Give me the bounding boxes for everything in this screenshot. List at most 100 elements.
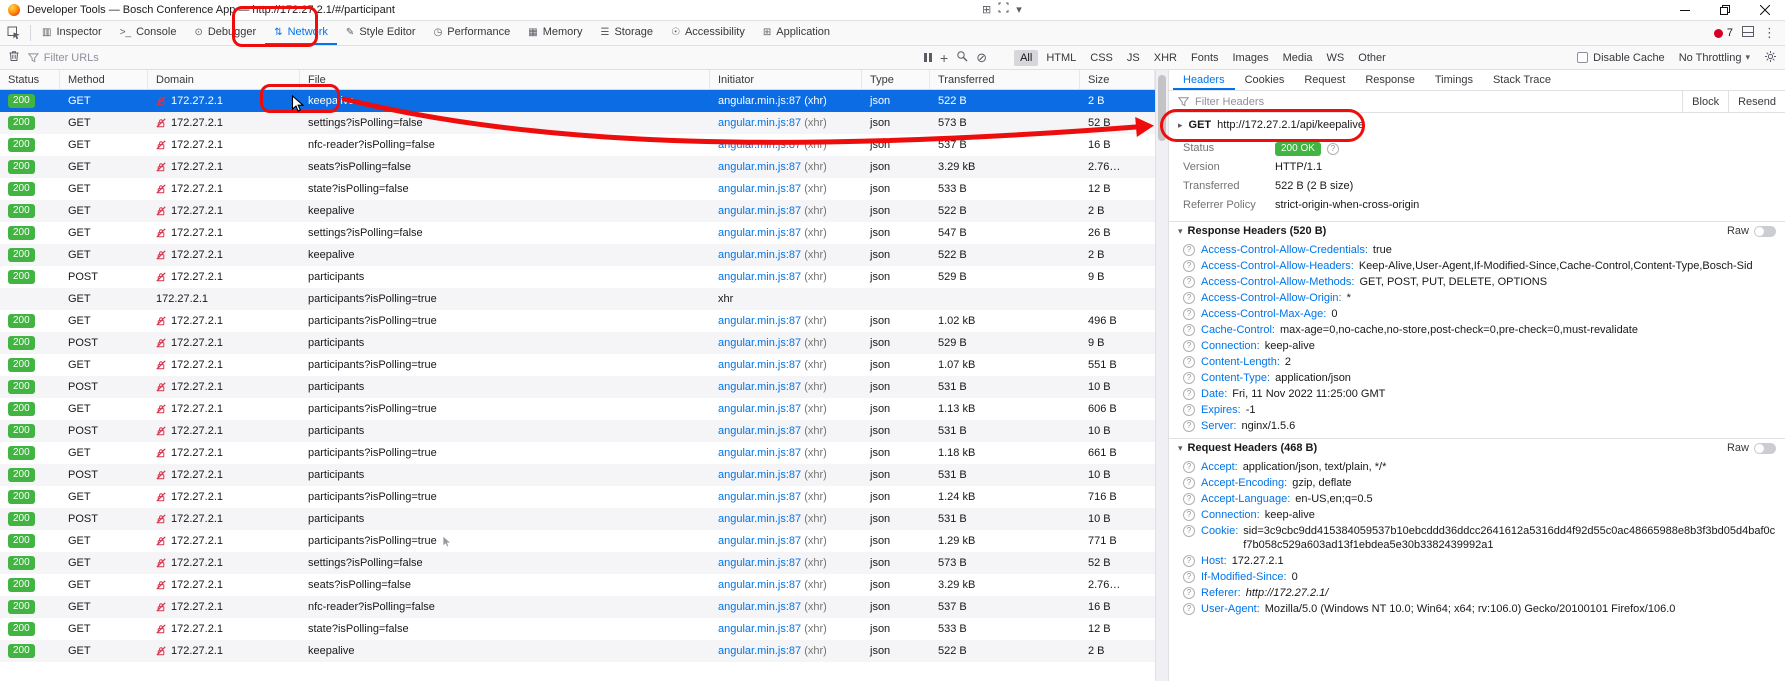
header-item[interactable]: ?Expires:-1 (1169, 402, 1785, 418)
header-item[interactable]: ?Host:172.27.2.1 (1169, 553, 1785, 569)
detail-tab-headers[interactable]: Headers (1173, 70, 1235, 90)
initiator-link[interactable]: angular.min.js:87 (718, 161, 801, 173)
header-item[interactable]: ?Access-Control-Max-Age:0 (1169, 306, 1785, 322)
request-url-row[interactable]: ▸ GET http://172.27.2.1/api/keepalive (1169, 113, 1785, 137)
meatball-menu-icon[interactable]: ⋮ (1763, 25, 1776, 41)
initiator-link[interactable]: angular.min.js:87 (718, 227, 801, 239)
pause-traffic-icon[interactable] (924, 53, 932, 62)
new-request-icon[interactable]: + (940, 53, 948, 63)
initiator-link[interactable]: angular.min.js:87 (718, 425, 801, 437)
initiator-link[interactable]: angular.min.js:87 (718, 645, 801, 657)
tool-tab-network[interactable]: ⇅Network (265, 21, 337, 45)
har-gear-icon[interactable] (1764, 50, 1777, 66)
filter-all[interactable]: All (1014, 50, 1038, 66)
initiator-link[interactable]: angular.min.js:87 (718, 601, 801, 613)
help-icon[interactable]: ? (1183, 587, 1195, 599)
initiator-link[interactable]: angular.min.js:87 (718, 579, 801, 591)
request-row[interactable]: 200GET172.27.2.1keepaliveangular.min.js:… (0, 200, 1155, 222)
header-item[interactable]: ?Cache-Control:max-age=0,no-cache,no-sto… (1169, 322, 1785, 338)
tool-tab-inspector[interactable]: ▥Inspector (33, 21, 111, 45)
help-icon[interactable]: ? (1183, 525, 1195, 537)
header-item[interactable]: ?Access-Control-Allow-Headers:Keep-Alive… (1169, 258, 1785, 274)
initiator-link[interactable]: angular.min.js:87 (718, 315, 801, 327)
detail-tab-request[interactable]: Request (1294, 70, 1355, 90)
request-row[interactable]: 200GET172.27.2.1participants?isPolling=t… (0, 486, 1155, 508)
initiator-link[interactable]: angular.min.js:87 (718, 359, 801, 371)
request-row[interactable]: 200GET172.27.2.1participants?isPolling=t… (0, 310, 1155, 332)
header-item[interactable]: ?Server:nginx/1.5.6 (1169, 418, 1785, 434)
initiator-link[interactable]: angular.min.js:87 (718, 249, 801, 261)
initiator-link[interactable]: xhr (718, 293, 733, 305)
toggle-switch-icon[interactable] (1754, 443, 1776, 454)
help-icon[interactable]: ? (1183, 244, 1195, 256)
tool-tab-application[interactable]: ⊞Application (754, 21, 839, 45)
header-item[interactable]: ?Access-Control-Allow-Credentials:true (1169, 242, 1785, 258)
filter-ws[interactable]: WS (1321, 50, 1351, 66)
restore-button[interactable] (1705, 0, 1745, 20)
request-row[interactable]: 200POST172.27.2.1participantsangular.min… (0, 508, 1155, 530)
help-icon[interactable]: ? (1183, 324, 1195, 336)
help-icon[interactable]: ? (1183, 555, 1195, 567)
initiator-link[interactable]: angular.min.js:87 (718, 447, 801, 459)
request-row[interactable]: 200POST172.27.2.1participantsangular.min… (0, 332, 1155, 354)
help-icon[interactable]: ? (1183, 603, 1195, 615)
header-item[interactable]: ?Access-Control-Allow-Origin:* (1169, 290, 1785, 306)
request-row[interactable]: 200GET172.27.2.1state?isPolling=falseang… (0, 178, 1155, 200)
filter-css[interactable]: CSS (1084, 50, 1119, 66)
search-icon[interactable] (956, 50, 968, 65)
column-header-method[interactable]: Method (60, 70, 148, 89)
detail-tab-timings[interactable]: Timings (1425, 70, 1483, 90)
request-row[interactable]: 200GET172.27.2.1participants?isPolling=t… (0, 530, 1155, 552)
column-header-domain[interactable]: Domain (148, 70, 300, 89)
detail-tab-response[interactable]: Response (1355, 70, 1425, 90)
request-row[interactable]: 200GET172.27.2.1keepaliveangular.min.js:… (0, 90, 1155, 112)
throttling-dropdown[interactable]: No Throttling▾ (1679, 52, 1750, 64)
network-list-scrollbar[interactable] (1155, 70, 1169, 681)
help-icon[interactable]: ? (1183, 571, 1195, 583)
raw-toggle-request[interactable]: Raw (1727, 442, 1776, 454)
request-headers-section-header[interactable]: ▾ Request Headers (468 B) Raw (1169, 438, 1785, 457)
request-row[interactable]: GET172.27.2.1participants?isPolling=true… (0, 288, 1155, 310)
block-requests-icon[interactable]: ⊘ (976, 52, 987, 64)
initiator-link[interactable]: angular.min.js:87 (718, 381, 801, 393)
resend-button[interactable]: Resend (1728, 91, 1785, 112)
column-header-initiator[interactable]: Initiator (710, 70, 862, 89)
tool-tab-memory[interactable]: ▦Memory (519, 21, 591, 45)
header-item[interactable]: ?User-Agent:Mozilla/5.0 (Windows NT 10.0… (1169, 601, 1785, 617)
column-header-size[interactable]: Size (1080, 70, 1155, 89)
initiator-link[interactable]: angular.min.js:87 (718, 557, 801, 569)
collapsed-twisty-icon[interactable]: ▸ (1178, 120, 1183, 131)
header-item[interactable]: ?Connection:keep-alive (1169, 338, 1785, 354)
request-row[interactable]: 200GET172.27.2.1participants?isPolling=t… (0, 398, 1155, 420)
help-icon[interactable]: ? (1183, 461, 1195, 473)
help-icon[interactable]: ? (1183, 477, 1195, 489)
column-header-type[interactable]: Type (862, 70, 930, 89)
request-row[interactable]: 200GET172.27.2.1state?isPolling=falseang… (0, 618, 1155, 640)
request-row[interactable]: 200POST172.27.2.1participantsangular.min… (0, 420, 1155, 442)
block-button[interactable]: Block (1682, 91, 1728, 112)
initiator-link[interactable]: angular.min.js:87 (718, 139, 801, 151)
request-row[interactable]: 200GET172.27.2.1nfc-reader?isPolling=fal… (0, 596, 1155, 618)
help-icon[interactable]: ? (1183, 404, 1195, 416)
header-item[interactable]: ?Accept-Encoding:gzip, deflate (1169, 475, 1785, 491)
tool-tab-storage[interactable]: ☰Storage (591, 21, 662, 45)
header-item[interactable]: ?Connection:keep-alive (1169, 507, 1785, 523)
header-item[interactable]: ?Date:Fri, 11 Nov 2022 11:25:00 GMT (1169, 386, 1785, 402)
filter-js[interactable]: JS (1121, 50, 1146, 66)
help-icon[interactable]: ? (1183, 308, 1195, 320)
request-row[interactable]: 200GET172.27.2.1participants?isPolling=t… (0, 442, 1155, 464)
help-icon[interactable]: ? (1183, 493, 1195, 505)
initiator-link[interactable]: angular.min.js:87 (718, 491, 801, 503)
clear-requests-button[interactable] (8, 50, 20, 65)
initiator-link[interactable]: angular.min.js:87 (718, 205, 801, 217)
fullscreen-corners-icon[interactable] (998, 2, 1009, 16)
help-icon[interactable]: ? (1183, 372, 1195, 384)
help-icon[interactable]: ? (1183, 356, 1195, 368)
filter-headers-input[interactable] (1195, 96, 1676, 108)
header-item[interactable]: ?Content-Type:application/json (1169, 370, 1785, 386)
request-row[interactable]: 200GET172.27.2.1seats?isPolling=falseang… (0, 156, 1155, 178)
tool-tab-console[interactable]: >_Console (111, 21, 186, 45)
header-item[interactable]: ?Content-Length:2 (1169, 354, 1785, 370)
tool-tab-style-editor[interactable]: ✎Style Editor (337, 21, 425, 45)
request-row[interactable]: 200GET172.27.2.1settings?isPolling=false… (0, 222, 1155, 244)
